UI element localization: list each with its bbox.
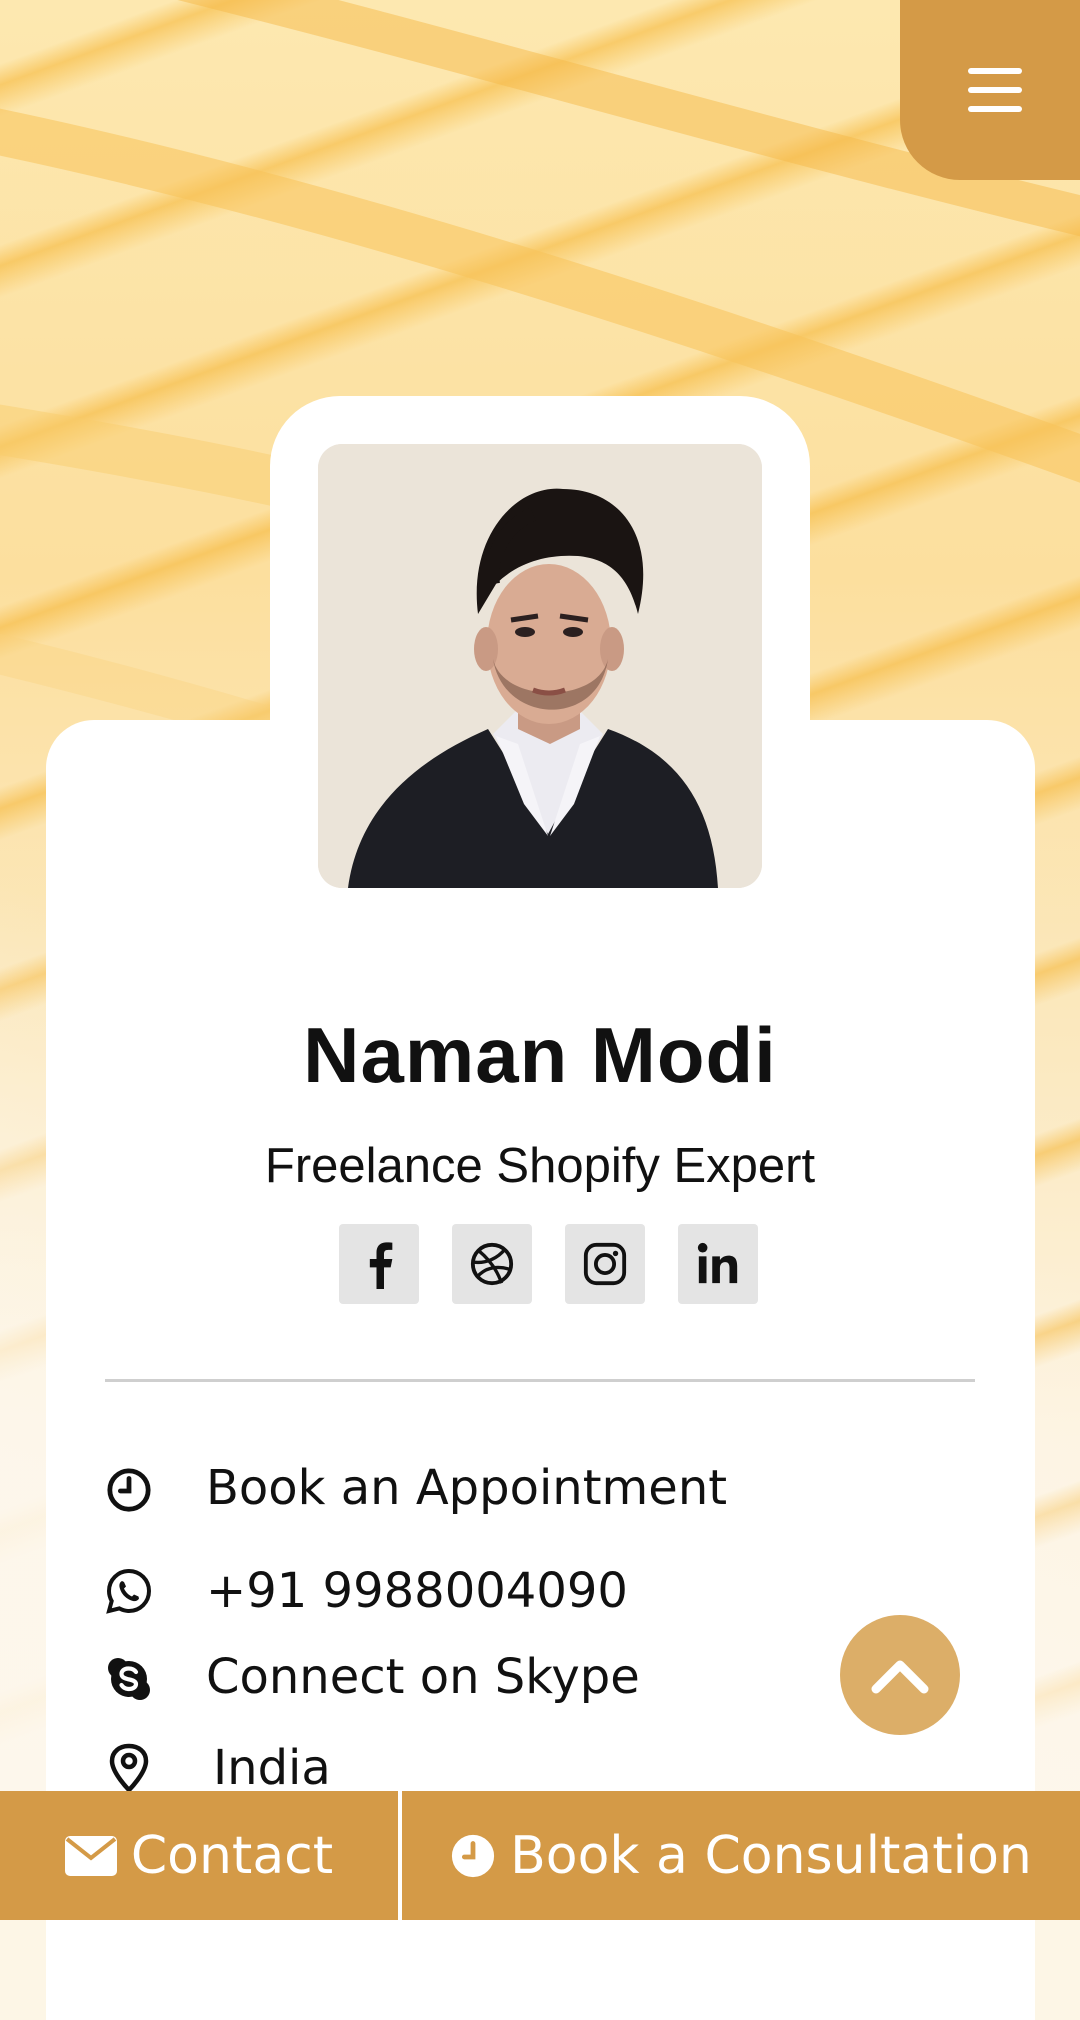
skype-icon (105, 1655, 153, 1703)
facebook-link[interactable] (339, 1224, 419, 1304)
phone-number[interactable]: +91 9988004090 (206, 1563, 628, 1619)
phone-row[interactable]: +91 9988004090 (105, 1563, 628, 1619)
scroll-to-top-button[interactable] (840, 1615, 960, 1735)
appointment-link[interactable]: Book an Appointment (206, 1460, 727, 1516)
location-text: India (213, 1740, 331, 1796)
contact-label: Contact (130, 1825, 334, 1886)
skype-link[interactable]: Connect on Skype (206, 1649, 640, 1705)
book-consultation-button[interactable]: Book a Consultation (402, 1791, 1080, 1920)
profile-photo (318, 444, 762, 888)
clock-icon (452, 1834, 495, 1877)
profile-name: Naman Modi (303, 1011, 777, 1099)
whatsapp-icon (105, 1567, 153, 1615)
profile-title: Freelance Shopify Expert (264, 1139, 816, 1193)
instagram-link[interactable] (565, 1224, 645, 1304)
linkedin-link[interactable] (678, 1224, 758, 1304)
appointment-row[interactable]: Book an Appointment (105, 1460, 727, 1516)
chevron-up-icon (871, 1660, 929, 1694)
dribbble-icon (470, 1242, 514, 1286)
dribbble-link[interactable] (452, 1224, 532, 1304)
linkedin-icon (697, 1242, 738, 1284)
consult-label: Book a Consultation (510, 1825, 1032, 1886)
location-row: India (105, 1740, 331, 1796)
location-pin-icon (105, 1743, 153, 1793)
divider (105, 1379, 975, 1382)
facebook-icon (369, 1242, 393, 1289)
hamburger-icon (968, 68, 1022, 112)
skype-row[interactable]: Connect on Skype (105, 1649, 640, 1705)
bottom-action-bar: Contact Book a Consultation (0, 1791, 1080, 1920)
person-portrait (318, 444, 762, 888)
contact-button[interactable]: Contact (0, 1791, 402, 1920)
instagram-icon (583, 1242, 627, 1286)
social-links (339, 1224, 758, 1304)
envelope-icon (64, 1835, 117, 1876)
menu-button[interactable] (900, 0, 1080, 180)
clock-icon (105, 1466, 153, 1514)
